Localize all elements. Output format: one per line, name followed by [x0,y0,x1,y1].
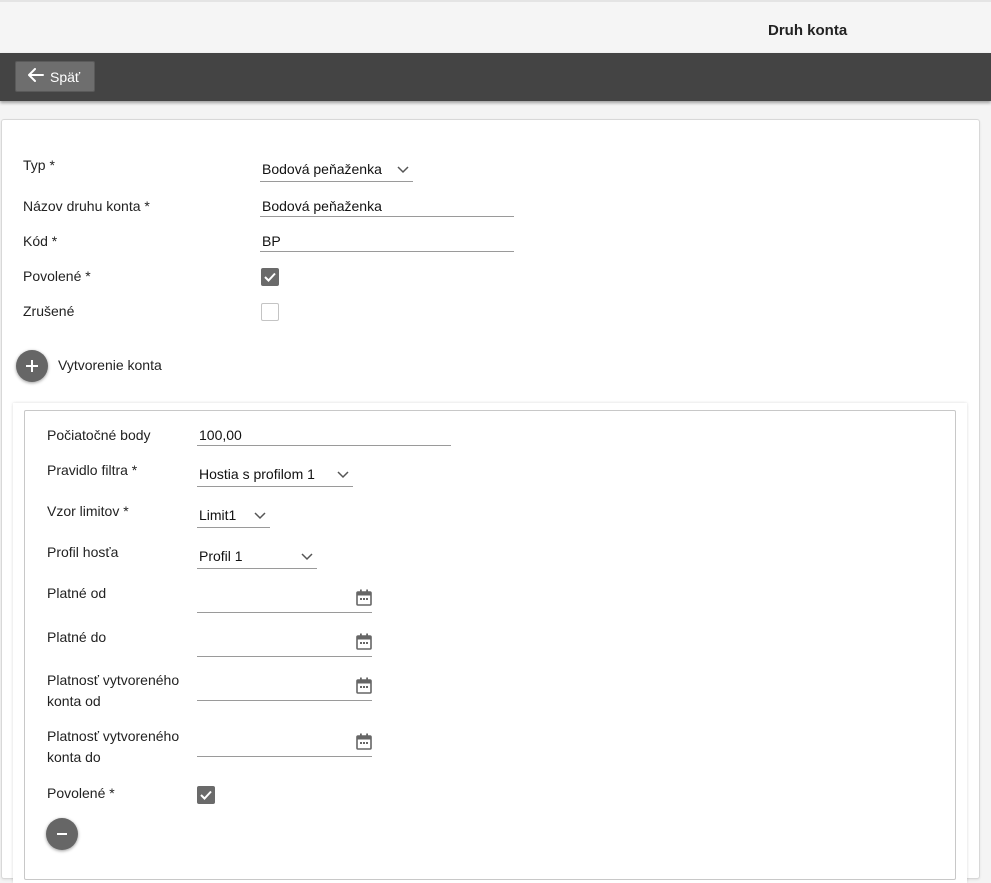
chevron-down-icon [337,466,349,482]
typ-label: Typ * [23,157,55,173]
calendar-icon[interactable] [356,589,372,609]
minus-icon [57,833,67,835]
povolene-checkbox[interactable] [261,268,279,286]
account-povolene-label: Povolené * [47,785,115,801]
zrusene-label: Zrušené [23,303,75,319]
arrow-left-icon [28,68,44,85]
pravidlo-filtra-value: Hostia s profilom 1 [199,466,315,482]
platnost-do-input[interactable] [197,729,372,757]
kod-label: Kód * [23,233,58,249]
profil-hosta-label: Profil hosťa [47,544,119,560]
pravidlo-filtra-select[interactable]: Hostia s profilom 1 [197,462,353,487]
platnost-od-input[interactable] [197,673,372,701]
remove-account-button[interactable] [46,818,78,850]
platne-od-label: Platné od [47,585,107,601]
profil-hosta-value: Profil 1 [199,548,243,564]
add-account-button[interactable] [16,350,48,382]
platnost-od-label: Platnosť vytvoreného konta od [47,672,180,709]
vzor-limitov-value: Limit1 [199,507,237,523]
nazov-label: Názov druhu konta * [23,198,150,214]
profil-hosta-select[interactable]: Profil 1 [197,544,317,569]
platne-do-input[interactable] [197,629,372,657]
kod-input[interactable]: BP [260,233,514,252]
checkmark-icon [200,790,212,800]
povolene-label: Povolené * [23,268,91,284]
pociatocne-body-label: Počiatočné body [47,427,151,443]
calendar-icon[interactable] [356,633,372,653]
platne-do-label: Platné do [47,629,107,645]
platnost-do-label: Platnosť vytvoreného konta do [47,728,180,765]
pravidlo-filtra-label: Pravidlo filtra * [47,462,138,478]
vzor-limitov-select[interactable]: Limit1 [197,503,270,528]
add-account-label: Vytvorenie konta [58,357,162,373]
calendar-icon[interactable] [356,733,372,753]
back-button[interactable]: Späť [15,61,96,92]
typ-select-value: Bodová peňaženka [262,161,382,177]
vzor-limitov-label: Vzor limitov * [47,503,129,519]
account-section: Počiatočné body 100,00 Pravidlo filtra *… [13,403,967,883]
account-section-box: Počiatočné body 100,00 Pravidlo filtra *… [24,410,956,880]
calendar-icon[interactable] [356,677,372,697]
back-button-label: Späť [50,68,81,85]
nazov-input[interactable]: Bodová peňaženka [260,198,514,217]
plus-icon [26,360,38,372]
chevron-down-icon [301,548,313,564]
main-form-card: Typ * Bodová peňaženka Názov druhu konta… [1,119,980,883]
chevron-down-icon [397,161,409,177]
account-povolene-checkbox[interactable] [197,786,215,804]
typ-select[interactable]: Bodová peňaženka [260,157,413,182]
platne-od-input[interactable] [197,585,372,613]
toolbar: Späť [0,53,991,101]
checkmark-icon [264,272,276,282]
pociatocne-body-input[interactable]: 100,00 [197,427,451,446]
top-bar: Druh konta [0,0,991,53]
page-title: Druh konta [768,22,848,39]
chevron-down-icon [254,507,266,523]
zrusene-checkbox[interactable] [261,303,279,321]
